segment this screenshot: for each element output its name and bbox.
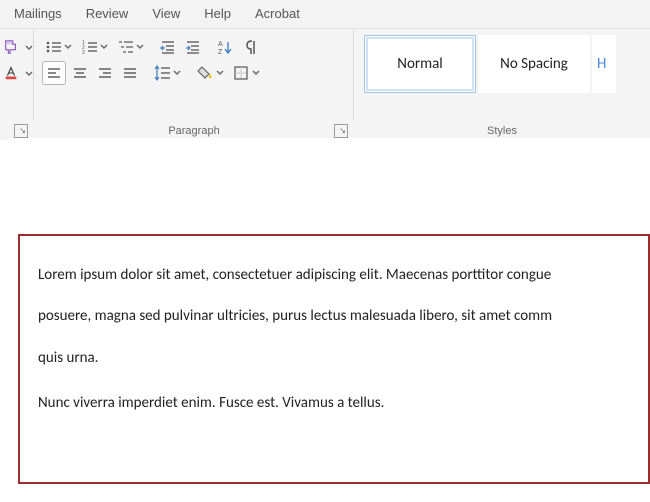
chevron-down-icon: [173, 70, 181, 76]
paragraph-line[interactable]: posuere, magna sed pulvinar ultricies, p…: [38, 299, 648, 334]
numbering-button[interactable]: 123: [78, 35, 111, 59]
borders-button[interactable]: [230, 61, 263, 85]
sort-button[interactable]: AZ: [214, 35, 236, 59]
align-left-button[interactable]: [42, 61, 66, 85]
paragraph-group-label: Paragraph: [168, 125, 219, 137]
chevron-down-icon: [100, 44, 108, 50]
chevron-down-icon: [25, 66, 33, 80]
font-color-button[interactable]: [0, 61, 22, 85]
font-group: [0, 29, 34, 120]
decrease-indent-button[interactable]: [157, 35, 179, 59]
chevron-down-icon: [252, 70, 260, 76]
show-marks-button[interactable]: [239, 35, 261, 59]
svg-text:A: A: [218, 41, 223, 48]
svg-text:Z: Z: [218, 49, 223, 55]
tab-acrobat[interactable]: Acrobat: [243, 0, 312, 28]
tab-mailings[interactable]: Mailings: [2, 0, 74, 28]
justify-button[interactable]: [119, 61, 141, 85]
paragraph-group: 123 AZ: [34, 29, 354, 120]
style-nospacing[interactable]: No Spacing: [478, 35, 590, 93]
tab-help[interactable]: Help: [192, 0, 243, 28]
chevron-down-icon: [136, 44, 144, 50]
selected-text-box[interactable]: Lorem ipsum dolor sit amet, consectetuer…: [18, 234, 650, 484]
line-spacing-button[interactable]: [151, 61, 184, 85]
font-dialog-launcher[interactable]: ↘: [14, 124, 28, 138]
bullets-button[interactable]: [42, 35, 75, 59]
paragraph-line[interactable]: quis urna.: [38, 341, 648, 376]
chevron-down-icon: [64, 44, 72, 50]
ribbon-tabs: Mailings Review View Help Acrobat: [0, 0, 650, 28]
svg-text:3: 3: [82, 50, 85, 55]
paragraph-line[interactable]: Lorem ipsum dolor sit amet, consectetuer…: [38, 258, 648, 293]
format-painter-button[interactable]: [0, 35, 22, 59]
paragraph-dialog-launcher[interactable]: ↘: [334, 124, 348, 138]
increase-indent-button[interactable]: [182, 35, 204, 59]
style-normal[interactable]: Normal: [364, 35, 476, 93]
multilevel-list-button[interactable]: [114, 35, 147, 59]
chevron-down-icon: [25, 40, 33, 54]
styles-group-label: Styles: [487, 125, 517, 137]
tab-review[interactable]: Review: [74, 0, 141, 28]
shading-button[interactable]: [194, 61, 227, 85]
document-page[interactable]: Lorem ipsum dolor sit amet, consectetuer…: [8, 138, 650, 502]
tab-view[interactable]: View: [140, 0, 192, 28]
paragraph-line[interactable]: Nunc viverra imperdiet enim. Fusce est. …: [38, 386, 648, 421]
chevron-down-icon: [216, 70, 224, 76]
style-heading1[interactable]: H: [592, 35, 616, 93]
align-center-button[interactable]: [69, 61, 91, 85]
styles-group: Normal No Spacing H: [354, 29, 650, 120]
align-right-button[interactable]: [94, 61, 116, 85]
document-area[interactable]: Lorem ipsum dolor sit amet, consectetuer…: [0, 140, 650, 500]
